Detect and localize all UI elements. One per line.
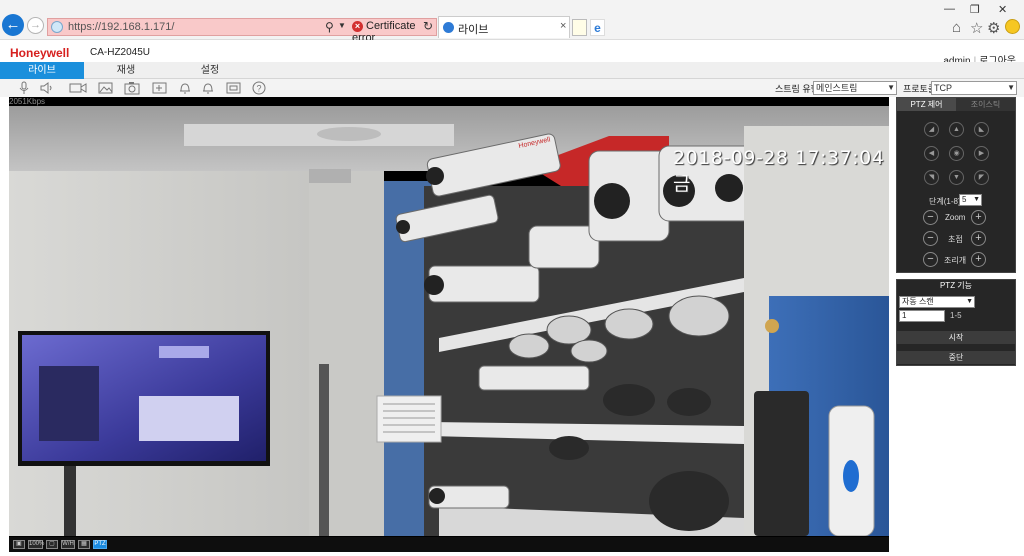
tab-ptz-control[interactable]: PTZ 제어 [897, 98, 956, 111]
address-url[interactable]: https://192.168.1.171/ [68, 21, 174, 33]
iris-open-button[interactable]: + [971, 252, 986, 267]
main-menu: 라이브 재생 설정 [0, 62, 1024, 79]
dropdown-icon[interactable]: ▼ [338, 21, 346, 30]
fullscreen-icon[interactable] [226, 81, 241, 98]
fit-screen-icon[interactable]: ▢ [46, 540, 58, 549]
error-icon: × [352, 20, 363, 32]
app-header: Honeywell CA-HZ2045U admin|로그아웃 [0, 40, 1024, 67]
zoom-in-box-icon[interactable] [152, 81, 167, 98]
help-icon[interactable]: ? [252, 81, 266, 98]
focus-far-button[interactable]: + [971, 231, 986, 246]
zoom-in-button[interactable]: + [971, 210, 986, 225]
ptz-number-range: 1-5 [950, 311, 962, 320]
ptz-number-input[interactable]: 1 [899, 310, 945, 322]
pan-down-left-icon[interactable]: ◥ [924, 170, 939, 185]
zoom-label: Zoom [945, 213, 966, 222]
address-bar[interactable]: https://192.168.1.171/ ⚲ ▼ × Certificate … [47, 18, 437, 44]
image-adjust-icon[interactable]: ▣ [13, 540, 25, 549]
tilt-up-icon[interactable]: ▲ [949, 122, 964, 137]
chevron-down-icon: ▼ [887, 83, 895, 92]
brand-logo: Honeywell [10, 46, 70, 60]
ptz-function-panel: PTZ 기능 자동 스캔 ▼ 1 1-5 시작 중단 [896, 279, 1016, 366]
pan-up-right-icon[interactable]: ◣ [974, 122, 989, 137]
alarm-output-bell-icon[interactable] [202, 81, 214, 98]
site-icon [51, 21, 63, 33]
refresh-icon[interactable]: ↻ [423, 19, 433, 33]
zoom-percent-button[interactable]: 100% [28, 540, 44, 549]
search-icon[interactable]: ⚲ [325, 20, 334, 34]
ptz-mode-select[interactable]: 자동 스캔 ▼ [899, 296, 975, 308]
auto-pan-icon[interactable]: ◉ [949, 146, 964, 161]
ptz-control-panel: PTZ 제어 조이스틱 ◢ ▲ ◣ ◀ ◉ ▶ ◥ ▼ ◤ 단계(1-8): 5… [896, 97, 1016, 273]
pan-up-left-icon[interactable]: ◢ [924, 122, 939, 137]
tab-joystick[interactable]: 조이스틱 [956, 98, 1015, 111]
stop-button[interactable]: 중단 [897, 351, 1015, 364]
ie-logo-icon[interactable]: e [590, 19, 605, 36]
step-select[interactable]: 5 ▼ [959, 194, 982, 206]
ptz-number-value: 1 [902, 311, 907, 320]
pan-down-right-icon[interactable]: ◤ [974, 170, 989, 185]
aspect-ratio-button[interactable]: W/H [61, 540, 75, 549]
microphone-icon[interactable] [19, 81, 29, 98]
stream-type-select[interactable]: 메인스트림 ▼ [813, 81, 897, 95]
focus-label: 초점 [948, 235, 963, 244]
step-label: 단계(1-8): [929, 197, 963, 206]
chevron-down-icon: ▼ [1007, 83, 1015, 92]
alarm-bell-icon[interactable] [179, 81, 191, 98]
feedback-smiley-icon[interactable] [1005, 19, 1020, 34]
ptz-tabs: PTZ 제어 조이스틱 [897, 98, 1015, 111]
live-video-view[interactable]: Honeywell 2018-09-28 17:37:04 금 [9, 97, 889, 552]
home-icon[interactable]: ⌂ [952, 19, 961, 36]
zoom-out-button[interactable]: − [923, 210, 938, 225]
chevron-down-icon: ▼ [966, 298, 973, 305]
favicon-icon [443, 22, 454, 33]
menu-settings[interactable]: 설정 [168, 62, 252, 79]
pan-right-icon[interactable]: ▶ [974, 146, 989, 161]
svg-text:?: ? [256, 84, 261, 94]
device-model: CA-HZ2045U [90, 47, 151, 58]
new-tab-icon[interactable] [572, 19, 587, 36]
speaker-icon[interactable] [40, 81, 54, 98]
stream-type-value: 메인스트림 [816, 83, 858, 93]
menu-playback[interactable]: 재생 [84, 62, 168, 79]
grid-icon[interactable]: ▦ [78, 540, 90, 549]
step-value: 5 [962, 195, 967, 204]
record-video-icon[interactable] [69, 81, 87, 98]
back-arrow-icon[interactable]: ← [2, 14, 24, 36]
ptz-function-title: PTZ 기능 [939, 281, 973, 290]
video-timestamp: 2018-09-28 17:37:04 금 [673, 147, 885, 195]
iris-label: 조리개 [944, 256, 967, 265]
ptz-toggle-button[interactable]: PTZ [93, 540, 107, 549]
restore-icon[interactable]: ❐ [970, 3, 980, 16]
protocol-select[interactable]: TCP ▼ [931, 81, 1017, 95]
browser-chrome: ← → https://192.168.1.171/ ⚲ ▼ × Certific… [0, 0, 1024, 44]
snapshot-camera-icon[interactable] [124, 81, 140, 98]
video-status-bar: ▣ 100% ▢ W/H ▦ PTZ [9, 537, 889, 552]
menu-live[interactable]: 라이브 [0, 62, 84, 79]
tilt-down-icon[interactable]: ▼ [949, 170, 964, 185]
focus-near-button[interactable]: − [923, 231, 938, 246]
favorites-star-icon[interactable]: ☆ [970, 19, 983, 37]
iris-close-button[interactable]: − [923, 252, 938, 267]
start-button[interactable]: 시작 [897, 331, 1015, 344]
pan-left-icon[interactable]: ◀ [924, 146, 939, 161]
tab-close-icon[interactable]: × [560, 20, 566, 32]
ptz-mode-value: 자동 스캔 [902, 297, 934, 306]
settings-gear-icon[interactable]: ⚙ [987, 19, 1000, 37]
protocol-value: TCP [934, 83, 952, 93]
forward-arrow-icon[interactable]: → [27, 17, 44, 34]
chevron-down-icon: ▼ [973, 196, 980, 203]
tab-title: 라이브 [458, 24, 489, 36]
minimize-icon[interactable]: — [944, 3, 955, 15]
browser-tab[interactable]: 라이브 × [438, 16, 570, 38]
close-window-icon[interactable]: ✕ [998, 3, 1007, 16]
live-toolbar: ? 스트림 유형 메인스트림 ▼ 프로토콜 TCP ▼ [0, 79, 1024, 97]
image-icon[interactable] [98, 81, 113, 98]
bitrate-readout: 2051Kbps [9, 97, 46, 106]
